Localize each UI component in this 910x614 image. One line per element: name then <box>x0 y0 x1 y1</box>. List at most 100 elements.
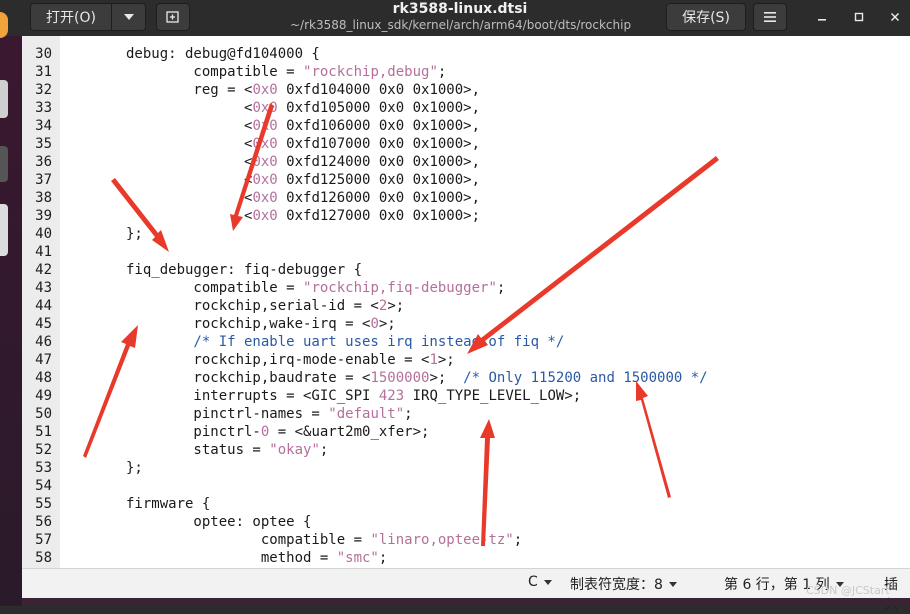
code-line[interactable]: 30 debug: debug@fd104000 { <box>22 45 910 63</box>
code-token: "linaro,optee-tz" <box>370 532 514 548</box>
code-token: ; <box>513 532 523 548</box>
code-line[interactable]: 33 <0x0 0xfd105000 0x0 0x1000>, <box>22 99 910 117</box>
code-token: /* Only 115200 and 1500000 */ <box>463 370 708 386</box>
code-line[interactable]: 39 <0x0 0xfd127000 0x0 0x1000>; <box>22 207 910 225</box>
line-number: 40 <box>35 226 52 242</box>
code-line[interactable]: 55 firmware { <box>22 495 910 513</box>
code-token: 0xfd107000 0x0 0x1000>, <box>277 136 481 152</box>
code-text: pinctrl-names = "default"; <box>126 405 413 423</box>
code-token: 0xfd127000 0x0 0x1000>; <box>277 208 481 224</box>
language-selector[interactable]: C <box>528 574 552 590</box>
code-token: ; <box>319 442 329 458</box>
code-token: 0xfd125000 0x0 0x1000>, <box>277 172 481 188</box>
code-token: 0xfd104000 0x0 0x1000>, <box>277 82 481 98</box>
code-line[interactable]: 48 rockchip,baudrate = <1500000>; /* Onl… <box>22 369 910 387</box>
code-line[interactable]: 45 rockchip,wake-irq = <0>; <box>22 315 910 333</box>
close-button[interactable] <box>881 3 909 31</box>
new-tab-button[interactable] <box>156 3 190 31</box>
code-token: /* If enable uart uses irq instead of fi… <box>126 334 565 350</box>
line-number: 57 <box>35 532 52 548</box>
code-token: 0xfd124000 0x0 0x1000>, <box>277 154 481 170</box>
code-line[interactable]: 31 compatible = "rockchip,debug"; <box>22 63 910 81</box>
line-number: 34 <box>35 118 52 134</box>
code-line[interactable]: 43 compatible = "rockchip,fiq-debugger"; <box>22 279 910 297</box>
minimize-button[interactable] <box>808 3 836 31</box>
line-number: 46 <box>35 334 52 350</box>
terminal-app-icon[interactable] <box>0 146 8 182</box>
code-line[interactable]: 50 pinctrl-names = "default"; <box>22 405 910 423</box>
app-launcher-icon[interactable] <box>0 12 8 38</box>
code-line[interactable]: 36 <0x0 0xfd124000 0x0 0x1000>, <box>22 153 910 171</box>
chevron-down-icon <box>543 579 552 585</box>
text-editor-app-icon[interactable] <box>0 204 8 256</box>
line-number: 37 <box>35 172 52 188</box>
code-token: < <box>126 172 253 188</box>
window-title: rk3588-linux.dtsi ~/rk3588_linux_sdk/ker… <box>290 1 631 33</box>
tab-width-selector[interactable]: 制表符宽度：8 <box>570 574 677 594</box>
code-text: optee: optee { <box>126 513 311 531</box>
code-line[interactable]: 49 interrupts = <GIC_SPI 423 IRQ_TYPE_LE… <box>22 387 910 405</box>
line-number: 36 <box>35 154 52 170</box>
code-line[interactable]: 52 status = "okay"; <box>22 441 910 459</box>
code-text: rockchip,irq-mode-enable = <1>; <box>126 351 454 369</box>
code-token: rockchip,baudrate = < <box>126 370 371 386</box>
line-number: 33 <box>35 100 52 116</box>
dock <box>0 12 22 606</box>
code-token: "okay" <box>269 442 320 458</box>
files-app-icon[interactable] <box>0 80 8 118</box>
line-number: 52 <box>35 442 52 458</box>
code-line[interactable]: 44 rockchip,serial-id = <2>; <box>22 297 910 315</box>
code-text: interrupts = <GIC_SPI 423 IRQ_TYPE_LEVEL… <box>126 387 581 405</box>
code-line[interactable]: 38 <0x0 0xfd126000 0x0 0x1000>, <box>22 189 910 207</box>
code-token: 0x0 <box>252 172 278 188</box>
code-token: 0x0 <box>252 154 278 170</box>
code-line[interactable]: 34 <0x0 0xfd106000 0x0 0x1000>, <box>22 117 910 135</box>
code-line[interactable]: 35 <0x0 0xfd107000 0x0 0x1000>, <box>22 135 910 153</box>
code-token: 423 <box>378 388 405 404</box>
code-token: "rockchip,fiq-debugger" <box>303 280 497 296</box>
code-token: ; <box>404 406 413 422</box>
code-line[interactable]: 40}; <box>22 225 910 243</box>
code-token: compatible = <box>126 280 304 296</box>
code-text: <0x0 0xfd106000 0x0 0x1000>, <box>126 117 480 135</box>
close-icon <box>890 12 900 22</box>
code-token: < <box>126 190 253 206</box>
code-token: 1 <box>429 352 438 368</box>
code-text: debug: debug@fd104000 { <box>126 45 320 63</box>
code-line[interactable]: 57 compatible = "linaro,optee-tz"; <box>22 531 910 549</box>
line-number: 43 <box>35 280 52 296</box>
file-name: rk3588-linux.dtsi <box>392 1 528 17</box>
hamburger-menu-button[interactable] <box>753 3 787 31</box>
text-editor-area[interactable]: 30 debug: debug@fd104000 {31 compatible =… <box>22 36 910 568</box>
code-token: >; <box>378 316 396 332</box>
code-line[interactable]: 53}; <box>22 459 910 477</box>
code-line[interactable]: 58 method = "smc"; <box>22 549 910 567</box>
code-line[interactable]: 51 pinctrl-0 = <&uart2m0_xfer>; <box>22 423 910 441</box>
code-token: 0x0 <box>252 208 278 224</box>
code-token: IRQ_TYPE_LEVEL_LOW>; <box>404 388 582 404</box>
open-button[interactable]: 打开(O) <box>30 3 112 31</box>
open-menu-button[interactable] <box>112 3 146 31</box>
code-line[interactable]: 42 fiq_debugger: fiq-debugger { <box>22 261 910 279</box>
code-line[interactable]: 47 rockchip,irq-mode-enable = <1>; <box>22 351 910 369</box>
code-line[interactable]: 32 reg = <0x0 0xfd104000 0x0 0x1000>, <box>22 81 910 99</box>
code-token: pinctrl-names = <box>126 406 329 422</box>
code-line[interactable]: 37 <0x0 0xfd125000 0x0 0x1000>, <box>22 171 910 189</box>
code-token: debug: debug@fd104000 { <box>126 46 320 62</box>
code-token: interrupts = <GIC_SPI <box>126 388 379 404</box>
code-line[interactable]: 46 /* If enable uart uses irq instead of… <box>22 333 910 351</box>
save-button[interactable]: 保存(S) <box>666 3 746 31</box>
code-line[interactable]: 56 optee: optee { <box>22 513 910 531</box>
code-token: }; <box>126 226 143 242</box>
code-token: rockchip,wake-irq = < <box>126 316 371 332</box>
code-token: ; <box>496 280 506 296</box>
code-token: optee: optee { <box>126 514 312 530</box>
line-number: 38 <box>35 190 52 206</box>
minimize-icon <box>818 19 826 21</box>
code-line[interactable]: 54 <box>22 477 910 495</box>
code-token: 0x0 <box>252 100 278 116</box>
maximize-button[interactable] <box>845 3 873 31</box>
code-token: firmware { <box>126 496 211 512</box>
line-number: 31 <box>35 64 52 80</box>
code-line[interactable]: 41 <box>22 243 910 261</box>
